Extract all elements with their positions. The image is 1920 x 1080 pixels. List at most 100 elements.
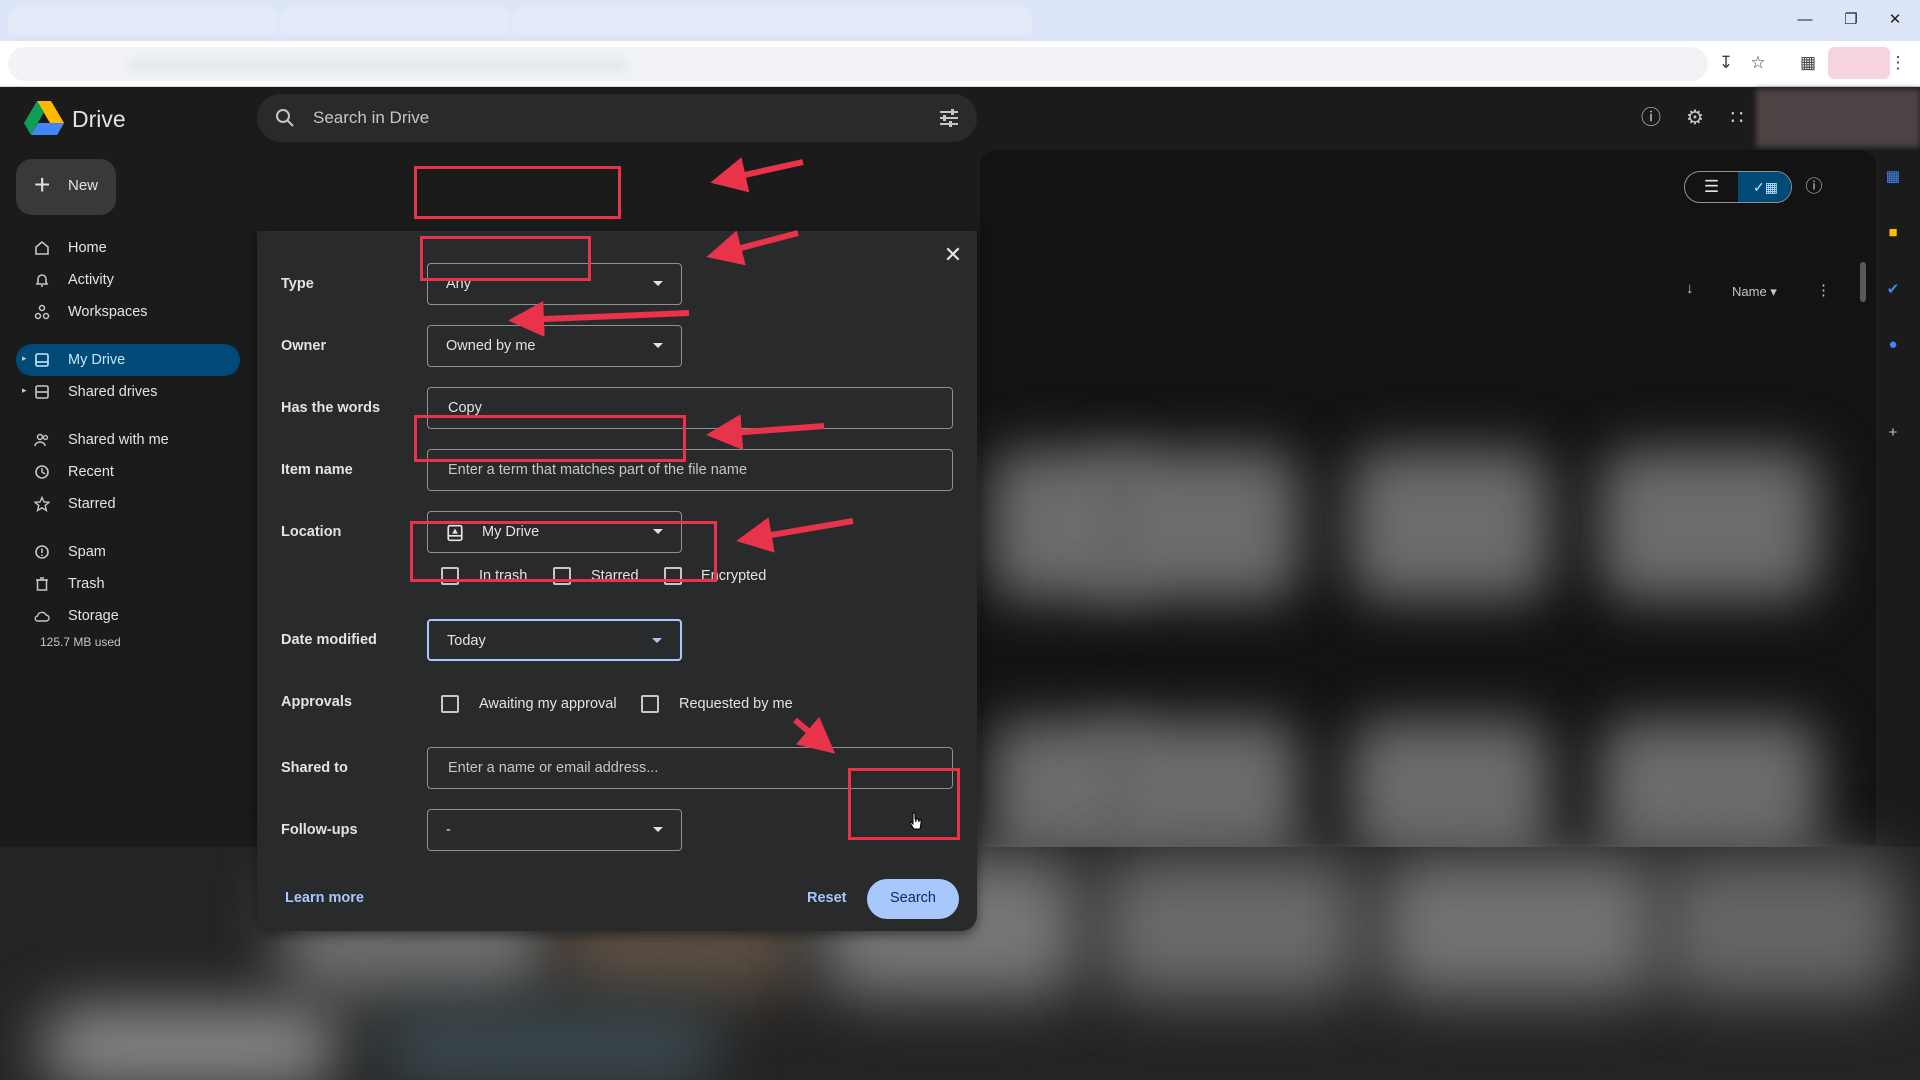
sidebar-item-spam[interactable]: Spam — [16, 536, 240, 568]
keep-icon[interactable]: ■ — [1880, 220, 1906, 246]
bell-icon — [35, 274, 49, 287]
bookmark-star-icon[interactable]: ☆ — [1744, 49, 1772, 77]
annotation-box-type — [414, 166, 621, 219]
minimize-icon[interactable]: — — [1788, 8, 1822, 32]
plus-icon: + — [34, 169, 51, 200]
help-icon[interactable]: ⓘ — [1636, 103, 1666, 133]
owner-dropdown[interactable]: Owned by me — [427, 325, 682, 367]
more-vert-icon[interactable]: ⋮ — [1816, 281, 1831, 299]
sidebar-item-my-drive[interactable]: ▸ My Drive — [16, 344, 240, 376]
follow-ups-label: Follow-ups — [281, 822, 358, 838]
file-thumbnail[interactable] — [1350, 720, 1550, 860]
account-area[interactable] — [1756, 89, 1920, 147]
blurred-thumbnail — [1660, 857, 1900, 997]
reset-button[interactable]: Reset — [807, 890, 847, 906]
blurred-thumbnail — [380, 1007, 720, 1080]
search-button[interactable]: Search — [867, 879, 959, 919]
search-options-icon[interactable] — [937, 106, 961, 130]
follow-ups-value: - — [446, 822, 451, 838]
sort-by-name[interactable]: Name ▾ — [1732, 284, 1777, 300]
clock-icon — [35, 465, 49, 479]
omnibox[interactable] — [8, 47, 1708, 81]
file-thumbnail[interactable] — [1100, 450, 1300, 600]
view-toggle[interactable]: ☰ ✓▦ — [1684, 171, 1792, 203]
cloud-icon — [34, 611, 50, 622]
blurred-thumbnail — [40, 1007, 340, 1080]
sidebar-item-label: Recent — [68, 464, 114, 480]
search-placeholder[interactable]: Search in Drive — [313, 108, 429, 128]
file-thumbnail[interactable] — [1600, 720, 1820, 860]
contacts-icon[interactable]: ● — [1880, 332, 1906, 358]
browser-tab[interactable] — [280, 6, 510, 36]
install-app-icon[interactable]: ↧ — [1712, 49, 1740, 77]
browser-tab[interactable] — [8, 6, 278, 36]
file-thumbnail[interactable] — [1100, 720, 1300, 860]
dropdown-arrow-icon — [653, 343, 663, 348]
sidebar-item-storage[interactable]: Storage — [16, 600, 240, 632]
apps-grid-icon[interactable]: ∷ — [1722, 103, 1752, 133]
extensions-icon[interactable]: ▦ — [1794, 49, 1822, 77]
blurred-thumbnail — [1380, 857, 1660, 997]
annotation-box-location — [414, 415, 686, 462]
follow-ups-dropdown[interactable]: - — [427, 809, 682, 851]
file-thumbnail[interactable] — [1600, 450, 1820, 600]
storage-used-text: 125.7 MB used — [40, 635, 121, 649]
annotation-box-owner — [420, 236, 591, 281]
sidebar-item-label: Storage — [68, 608, 119, 624]
blurred-thumbnail — [1100, 857, 1360, 997]
home-icon — [35, 240, 49, 255]
people-icon — [34, 433, 49, 447]
date-modified-dropdown[interactable]: Today — [427, 619, 682, 661]
grid-view-icon[interactable]: ✓▦ — [1738, 172, 1791, 202]
close-window-icon[interactable]: ✕ — [1878, 8, 1912, 32]
drive-logo-icon[interactable] — [24, 101, 64, 135]
tasks-icon[interactable]: ✔ — [1880, 277, 1906, 303]
requested-by-me-checkbox[interactable] — [641, 695, 659, 713]
search-icon[interactable] — [273, 106, 297, 130]
restore-icon[interactable]: ❐ — [1834, 8, 1868, 32]
address-bar — [0, 41, 1920, 87]
profile-avatar[interactable] — [1828, 47, 1890, 79]
shared-to-label: Shared to — [281, 760, 348, 776]
sidebar-item-label: Spam — [68, 544, 106, 560]
sidebar-item-shared-with-me[interactable]: Shared with me — [16, 424, 240, 456]
settings-gear-icon[interactable]: ⚙ — [1680, 103, 1710, 133]
expand-caret-icon[interactable]: ▸ — [22, 385, 27, 396]
info-icon[interactable]: ⓘ — [1800, 173, 1828, 201]
expand-caret-icon[interactable]: ▸ — [22, 353, 27, 364]
sidebar-item-shared-drives[interactable]: ▸ Shared drives — [16, 376, 240, 408]
app-header: Drive Search in Drive ⓘ ⚙ ∷ — [0, 87, 1920, 150]
drive-app: Drive Search in Drive ⓘ ⚙ ∷ + New Home A… — [0, 87, 1920, 1080]
sidebar-item-workspaces[interactable]: Workspaces — [16, 296, 240, 328]
sidebar-item-label: Shared drives — [68, 384, 158, 400]
annotation-box-search — [848, 768, 960, 840]
search-bar[interactable]: Search in Drive — [257, 94, 977, 142]
sidebar-item-label: Trash — [68, 576, 105, 592]
sidebar-item-trash[interactable]: Trash — [16, 568, 240, 600]
awaiting-approval-checkbox[interactable] — [441, 695, 459, 713]
sidebar-item-starred[interactable]: Starred — [16, 488, 240, 520]
learn-more-link[interactable]: Learn more — [285, 890, 364, 906]
has-words-label: Has the words — [281, 400, 381, 416]
sidebar-item-home[interactable]: Home — [16, 232, 240, 264]
file-thumbnail[interactable] — [1350, 450, 1550, 600]
owner-label: Owner — [281, 338, 327, 354]
dropdown-arrow-icon — [653, 827, 663, 832]
list-view-icon[interactable]: ☰ — [1685, 172, 1738, 202]
sidebar-item-activity[interactable]: Activity — [16, 264, 240, 296]
sidebar-item-recent[interactable]: Recent — [16, 456, 240, 488]
date-modified-value: Today — [447, 633, 486, 649]
trash-icon — [36, 577, 48, 591]
new-button[interactable]: + New — [16, 159, 116, 215]
new-button-label: New — [68, 177, 99, 194]
awaiting-approval-label: Awaiting my approval — [479, 696, 617, 712]
calendar-icon[interactable]: ▦ — [1880, 164, 1906, 190]
chrome-menu-icon[interactable]: ⋮ — [1884, 49, 1912, 77]
browser-tab[interactable] — [512, 6, 1032, 36]
sort-direction-icon[interactable]: ↓ — [1686, 280, 1694, 297]
sort-label: Name — [1732, 284, 1767, 299]
close-icon[interactable]: ✕ — [939, 241, 967, 269]
add-addon-icon[interactable]: + — [1880, 420, 1906, 446]
date-modified-label: Date modified — [281, 632, 377, 648]
scrollbar[interactable] — [1860, 262, 1866, 302]
